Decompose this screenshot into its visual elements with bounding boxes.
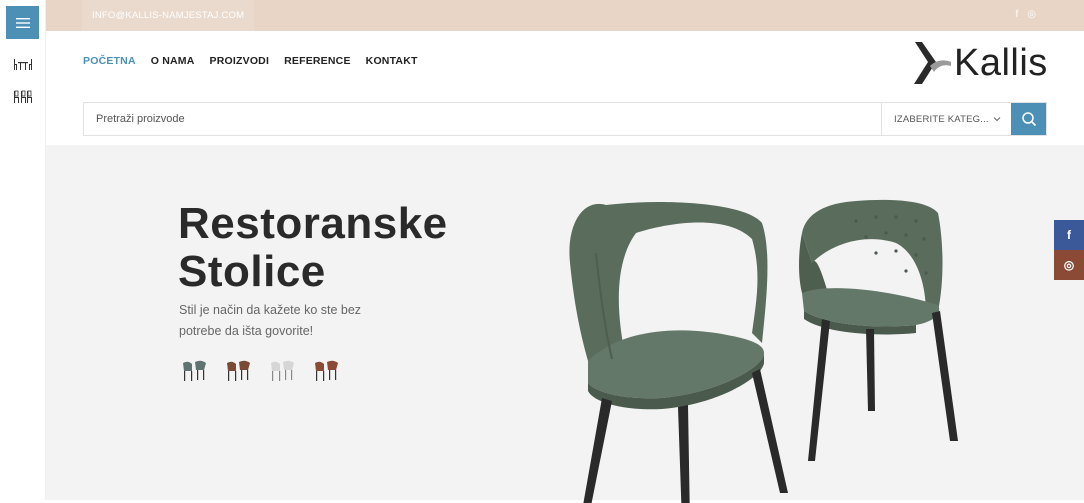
facebook-icon: f — [1067, 228, 1071, 242]
kallis-logo-mark-icon — [914, 42, 951, 84]
nav-item-reference[interactable]: REFERENCE — [284, 55, 351, 67]
chairs-icon[interactable] — [13, 89, 33, 105]
instagram-icon: ◎ — [1063, 258, 1075, 272]
hero-subtitle: Stil je način da kažete ko ste bez potre… — [179, 303, 362, 338]
color-variants — [180, 359, 340, 383]
category-select-label: IZABERITE KATEG... — [894, 113, 989, 125]
topbar-social: f ◎ — [1015, 9, 1036, 21]
top-bar: INFO@KALLIS-NAMJESTAJ.COM f ◎ — [46, 0, 1084, 31]
back-chair — [799, 199, 958, 461]
search-icon — [1021, 112, 1036, 127]
front-chair — [569, 202, 788, 503]
search-input[interactable] — [84, 103, 881, 135]
hero-chairs-image — [569, 199, 958, 503]
nav-item-kontakt[interactable]: KONTAKT — [366, 55, 418, 67]
nav-item-proizvodi[interactable]: PROIZVODI — [210, 55, 270, 67]
nav-item-pocetna[interactable]: POČETNA — [83, 55, 136, 67]
hero-slider: Restoranske Stolice Stil je način da kaž… — [46, 145, 1084, 503]
chevron-down-icon — [993, 117, 1001, 122]
search-bar: IZABERITE KATEG... — [83, 102, 1047, 136]
variant-chair-icon[interactable] — [312, 359, 340, 383]
facebook-icon[interactable]: f — [1015, 9, 1018, 21]
category-select[interactable]: IZABERITE KATEG... — [881, 103, 1011, 135]
variant-chair-icon[interactable] — [224, 359, 252, 383]
hero-title: Restoranske Stolice — [178, 199, 448, 296]
logo-text: Kallis — [954, 41, 1048, 84]
variant-chair-icon[interactable] — [180, 359, 208, 383]
hamburger-icon — [15, 17, 30, 28]
variant-chair-icon[interactable] — [268, 359, 296, 383]
float-instagram-button[interactable]: ◎ — [1054, 250, 1084, 280]
table-chairs-icon[interactable] — [13, 56, 33, 72]
search-button[interactable] — [1011, 103, 1046, 135]
logo[interactable]: Kallis — [912, 38, 1048, 88]
left-rail — [0, 0, 46, 500]
main-nav: POČETNA O NAMA PROIZVODI REFERENCE KONTA… — [83, 55, 418, 67]
instagram-icon[interactable]: ◎ — [1027, 9, 1036, 21]
contact-email[interactable]: INFO@KALLIS-NAMJESTAJ.COM — [82, 0, 255, 31]
nav-item-o-nama[interactable]: O NAMA — [151, 55, 195, 67]
menu-button[interactable] — [6, 6, 39, 39]
float-facebook-button[interactable]: f — [1054, 220, 1084, 250]
